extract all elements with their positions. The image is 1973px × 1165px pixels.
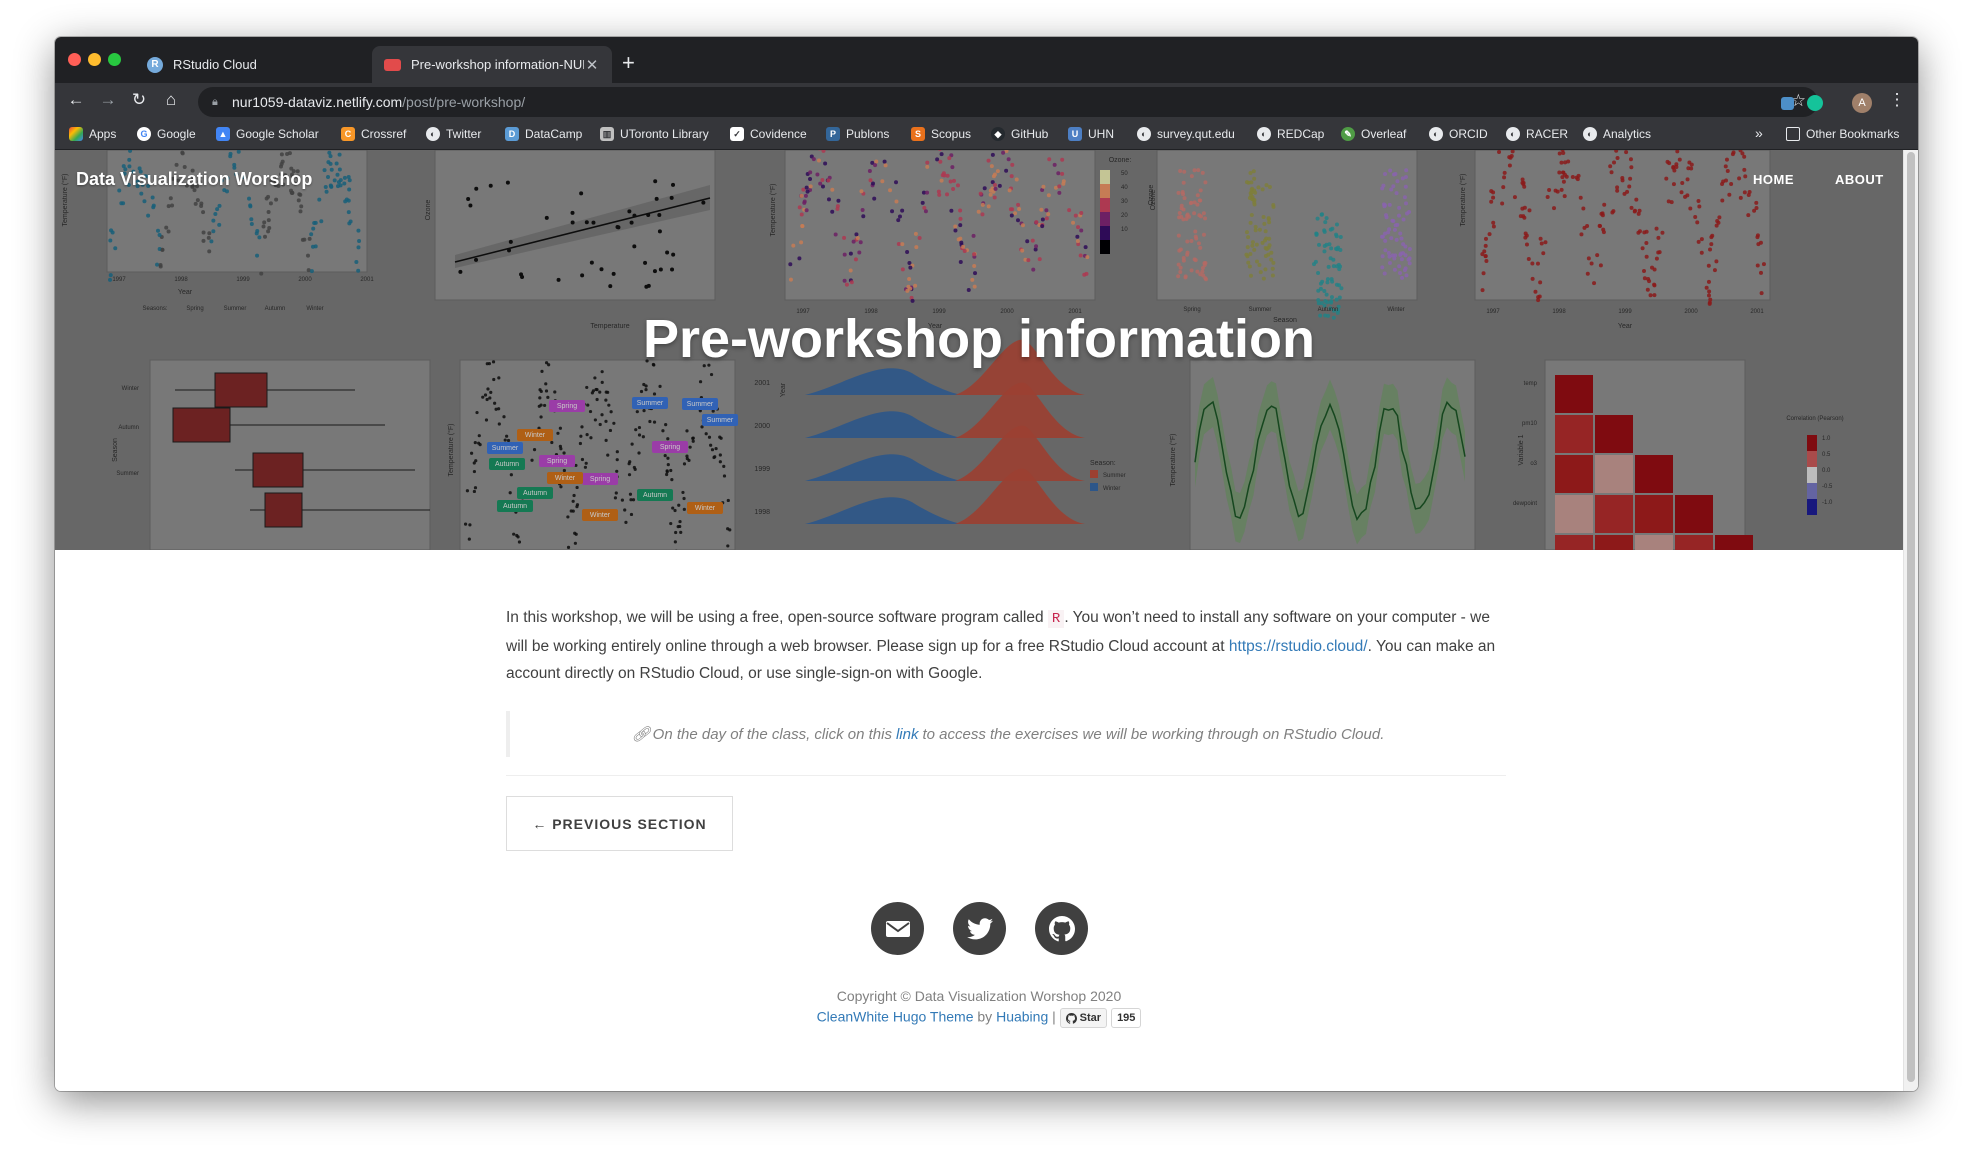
- page-title: Pre-workshop information: [642, 309, 1316, 369]
- bookmark-overleaf[interactable]: ✎ Overleaf: [1341, 127, 1406, 141]
- globe-icon: ◐: [1506, 127, 1520, 141]
- page-scrollbar[interactable]: [1903, 150, 1918, 1091]
- apps-grid-icon: [69, 127, 83, 141]
- github-small-icon: [1065, 1012, 1077, 1024]
- twitter-icon: [966, 917, 993, 939]
- site-favicon-icon: [384, 58, 401, 71]
- scopus-icon: S: [911, 127, 925, 141]
- page-viewport: 1997 1998 1999 2000 2001 Year Temperature (°F)…: [55, 150, 1903, 1091]
- overleaf-icon: ✎: [1341, 127, 1355, 141]
- profile-avatar[interactable]: A: [1852, 93, 1872, 113]
- previous-section-button[interactable]: ← PREVIOUS SECTION: [506, 796, 733, 851]
- bookmark-analytics[interactable]: ◐ Analytics: [1583, 127, 1651, 141]
- forward-icon[interactable]: →: [96, 90, 120, 110]
- url-path: /post/pre-workshop/: [402, 94, 526, 110]
- nav-about[interactable]: ABOUT: [1835, 172, 1884, 187]
- new-tab-button[interactable]: +: [622, 50, 635, 76]
- bookmark-uhn[interactable]: U UHN: [1068, 127, 1114, 141]
- publons-icon: P: [826, 127, 840, 141]
- email-button[interactable]: [871, 902, 924, 955]
- scholar-icon: ▲: [216, 127, 230, 141]
- grammarly-icon[interactable]: [1807, 95, 1823, 111]
- github-icon: [1048, 915, 1075, 941]
- nav-home[interactable]: HOME: [1753, 172, 1794, 187]
- crossref-icon: C: [341, 127, 355, 141]
- back-icon[interactable]: ←: [64, 90, 88, 110]
- bookmark-twitter[interactable]: ◐ Twitter: [426, 127, 481, 141]
- google-icon: G: [137, 127, 151, 141]
- browser-toolbar: ← → ↻ ⌂ 🔒︎ nur1059-dataviz.netlify.com/p…: [55, 83, 1918, 121]
- globe-icon: ◐: [1137, 127, 1151, 141]
- bookmark-covidence[interactable]: ✓ Covidence: [730, 127, 807, 141]
- github-button[interactable]: [1035, 902, 1088, 955]
- url-host: nur1059-dataviz.netlify.com: [232, 94, 403, 110]
- reload-icon[interactable]: ↻: [127, 90, 151, 110]
- bookmark-utoronto-library[interactable]: ▥ UToronto Library: [600, 127, 709, 141]
- class-note-blockquote: 🔗︎ On the day of the class, click on thi…: [506, 711, 1506, 757]
- extension-icon[interactable]: [1781, 97, 1794, 110]
- bookmark-google[interactable]: G Google: [137, 127, 196, 141]
- bookmark-racer[interactable]: ◐ RACER: [1506, 127, 1568, 141]
- bookmark-scopus[interactable]: S Scopus: [911, 127, 971, 141]
- r-code: R: [1047, 610, 1065, 628]
- bookmark-apps[interactable]: Apps: [69, 127, 116, 141]
- bookmark-datacamp[interactable]: D DataCamp: [505, 127, 582, 141]
- bookmarks-bar: Apps G Google ▲ Google Scholar C Crossref ◐…: [55, 121, 1918, 150]
- bookmark-survey-qut[interactable]: ◐ survey.qut.edu: [1137, 127, 1235, 141]
- author-link[interactable]: Huabing: [996, 1009, 1048, 1025]
- theme-link[interactable]: CleanWhite Hugo Theme: [817, 1009, 974, 1025]
- bookmark-github[interactable]: ◆ GitHub: [991, 127, 1048, 141]
- github-star-count[interactable]: 195: [1111, 1008, 1142, 1028]
- globe-icon: ◐: [1429, 127, 1443, 141]
- bookmark-crossref[interactable]: C Crossref: [341, 127, 406, 141]
- datacamp-icon: D: [505, 127, 519, 141]
- uhn-icon: U: [1068, 127, 1082, 141]
- tab-title: RStudio Cloud: [173, 57, 257, 72]
- bookmark-publons[interactable]: P Publons: [826, 127, 889, 141]
- tab-pre-workshop[interactable]: Pre-workshop information-NUR1 ✕: [372, 46, 612, 83]
- rstudio-cloud-link[interactable]: https://rstudio.cloud/: [1229, 638, 1368, 655]
- library-icon: ▥: [600, 127, 614, 141]
- post-body: In this workshop, we will be using a fre…: [506, 604, 1506, 687]
- copyright-text: Copyright © Data Visualization Worshop 2…: [836, 988, 1122, 1004]
- github-bookmark-icon: ◆: [991, 127, 1005, 141]
- bookmark-orcid[interactable]: ◐ ORCID: [1429, 127, 1488, 141]
- divider: [506, 775, 1506, 776]
- other-bookmarks[interactable]: Other Bookmarks: [1786, 127, 1899, 141]
- home-icon[interactable]: ⌂: [159, 90, 183, 110]
- link-icon: 🔗︎: [631, 726, 651, 743]
- scrollbar-thumb[interactable]: [1907, 152, 1915, 1082]
- bookmarks-overflow-button[interactable]: »: [1755, 125, 1763, 141]
- minimize-window-button[interactable]: [88, 53, 101, 66]
- globe-icon: ◐: [1257, 127, 1271, 141]
- close-window-button[interactable]: [68, 53, 81, 66]
- globe-icon: ◐: [1583, 127, 1597, 141]
- browser-window: R RStudio Cloud ✕ Pre-workshop informati…: [55, 37, 1918, 1091]
- site-brand[interactable]: Data Visualization Worshop: [76, 169, 312, 190]
- exercises-link[interactable]: link: [896, 726, 919, 743]
- covidence-icon: ✓: [730, 127, 744, 141]
- hero-banner: 1997 1998 1999 2000 2001 Year Temperature (°F)…: [55, 150, 1903, 550]
- rstudio-favicon-icon: R: [147, 56, 163, 73]
- tab-title: Pre-workshop information-NUR1: [411, 57, 584, 72]
- bookmark-google-scholar[interactable]: ▲ Google Scholar: [216, 127, 319, 141]
- address-bar[interactable]: 🔒︎ nur1059-dataviz.netlify.com/post/pre-…: [198, 87, 1818, 117]
- globe-icon: ◐: [426, 127, 440, 141]
- theme-credit: CleanWhite Hugo Theme by Huabing | Star 1…: [55, 1008, 1903, 1028]
- twitter-button[interactable]: [953, 902, 1006, 955]
- zoom-window-button[interactable]: [108, 53, 121, 66]
- github-star-button[interactable]: Star: [1059, 1008, 1108, 1028]
- envelope-icon: [885, 920, 910, 937]
- menu-dots-icon[interactable]: ⋮: [1885, 90, 1909, 110]
- close-tab-icon[interactable]: ✕: [584, 56, 600, 74]
- tab-strip: R RStudio Cloud ✕ Pre-workshop informati…: [55, 37, 1918, 83]
- bookmark-redcap[interactable]: ◐ REDCap: [1257, 127, 1324, 141]
- lock-icon: 🔒︎: [212, 95, 218, 108]
- intro-paragraph: In this workshop, we will be using a fre…: [506, 609, 1496, 682]
- folder-icon: [1786, 127, 1800, 141]
